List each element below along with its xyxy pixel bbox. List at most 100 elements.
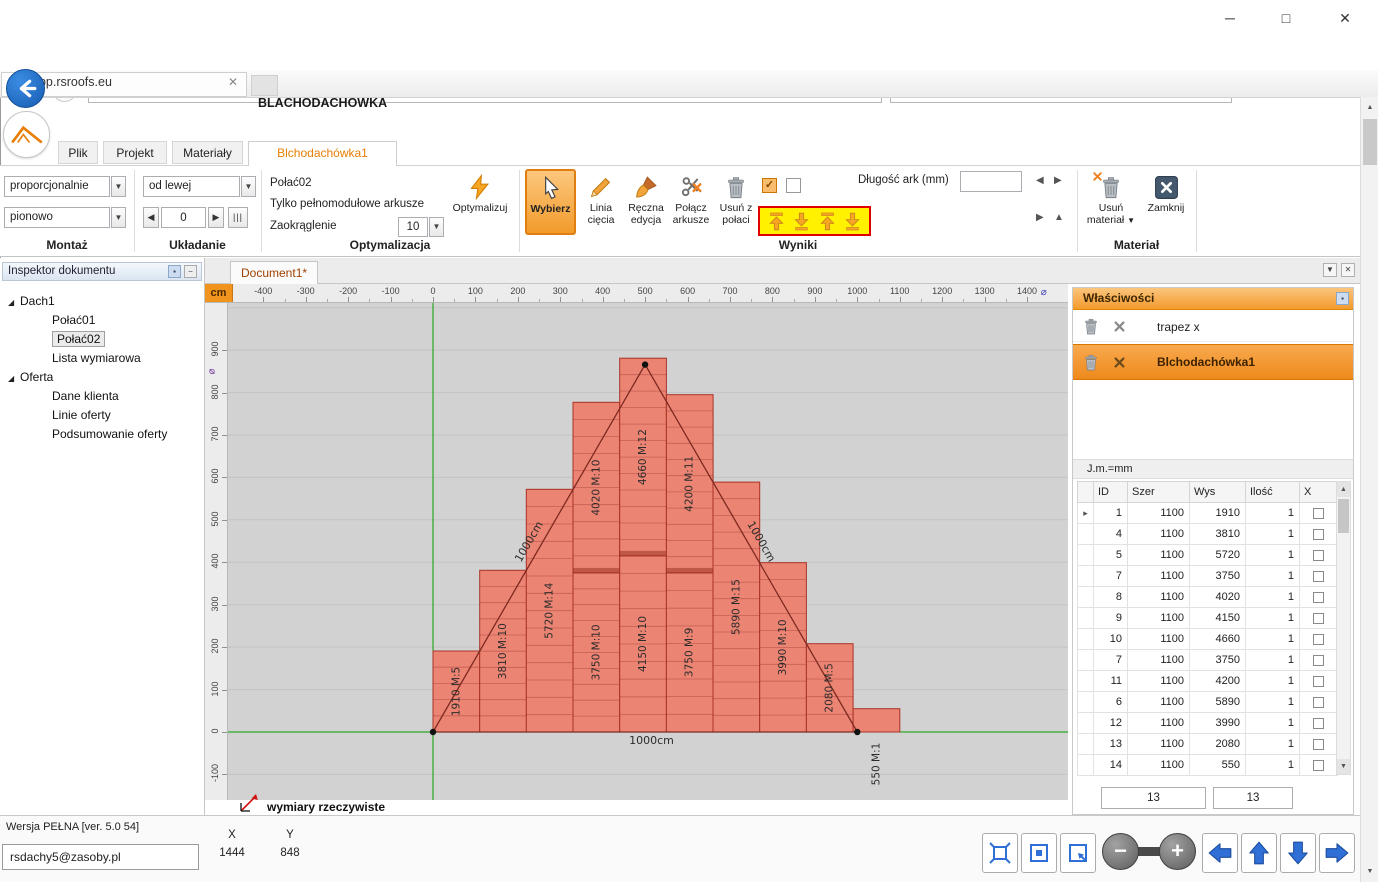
zoom-selection-button[interactable] — [1060, 833, 1096, 873]
row-checkbox[interactable] — [1313, 718, 1324, 729]
pan-right-button[interactable] — [1319, 833, 1355, 873]
pan-left-button[interactable] — [1202, 833, 1238, 873]
remove-x-icon[interactable] — [1109, 353, 1129, 371]
tree-item-oferta[interactable]: ◢Oferta — [0, 368, 204, 387]
row-checkbox[interactable] — [1313, 634, 1324, 645]
tabstrip-close-icon[interactable]: ✕ — [1341, 263, 1355, 277]
close-material-button[interactable]: Zamknij — [1141, 169, 1191, 235]
cut-line-button[interactable]: Linia cięcia — [579, 169, 623, 235]
back-button[interactable] — [6, 69, 45, 108]
arrow-up-bar-icon[interactable] — [818, 212, 837, 231]
scroll-down-icon[interactable]: ▼ — [1361, 863, 1378, 880]
sheet-row[interactable]: 9110041501 — [1078, 608, 1338, 629]
inspector-pin-button[interactable]: ▪ — [168, 265, 181, 278]
distribute-bars-icon[interactable]: ||| — [228, 207, 248, 228]
arrow-down-bar-icon[interactable] — [792, 212, 811, 231]
material-row-trapez[interactable]: trapez x — [1073, 312, 1353, 342]
ribbon-tab-plik[interactable]: Plik — [58, 141, 98, 164]
zoom-out-button[interactable]: − — [1102, 833, 1139, 870]
rounding-dropdown-icon[interactable]: ▼ — [429, 217, 444, 237]
tab-close-icon[interactable]: ✕ — [228, 75, 238, 89]
ribbon-tab-materialy[interactable]: Materiały — [172, 141, 243, 164]
row-checkbox[interactable] — [1313, 676, 1324, 687]
tabstrip-dropdown-icon[interactable]: ▼ — [1323, 263, 1337, 277]
zoom-extents-button[interactable] — [982, 833, 1018, 873]
results-checkbox-unchecked[interactable] — [786, 178, 801, 193]
zoom-window-button[interactable] — [1021, 833, 1057, 873]
document-tab[interactable]: Document1* — [230, 261, 318, 284]
design-canvas[interactable]: 1910 M:53810 M:105720 M:143750 M:104020 … — [228, 303, 1068, 800]
inspector-collapse-button[interactable]: − — [184, 265, 197, 278]
row-checkbox[interactable] — [1313, 508, 1324, 519]
row-checkbox[interactable] — [1313, 529, 1324, 540]
scroll-thumb[interactable] — [1338, 499, 1349, 533]
row-checkbox[interactable] — [1313, 550, 1324, 561]
table-scrollbar[interactable]: ▲ ▼ — [1336, 481, 1351, 775]
sheet-row[interactable]: 11110042001 — [1078, 671, 1338, 692]
tree-item-dane-klienta[interactable]: Dane klienta — [0, 387, 204, 406]
tree-item-połać02[interactable]: Połać02 — [0, 330, 204, 349]
layout-direction-select[interactable]: od lewej — [143, 176, 240, 197]
tree-item-połać01[interactable]: Połać01 — [0, 311, 204, 330]
sheet-row[interactable]: 1411005501 — [1078, 755, 1338, 776]
sheet-row[interactable]: 10110046601 — [1078, 629, 1338, 650]
results-checkbox-checked[interactable]: ✓ — [762, 178, 777, 193]
table-footer-count-right[interactable] — [1213, 787, 1293, 809]
trash-icon[interactable] — [1081, 318, 1101, 336]
remove-from-slope-button[interactable]: Usuń z połaci — [714, 169, 758, 235]
row-checkbox[interactable] — [1313, 760, 1324, 771]
layout-direction-dropdown-icon[interactable]: ▼ — [241, 176, 256, 197]
offset-input[interactable] — [161, 207, 206, 228]
remove-material-button[interactable]: Usuń materiał ▼ — [1083, 169, 1139, 235]
sheet-row[interactable]: 7110037501 — [1078, 566, 1338, 587]
scroll-down-icon[interactable]: ▼ — [1337, 759, 1350, 774]
sheet-row[interactable]: 12110039901 — [1078, 713, 1338, 734]
tree-expanded-icon[interactable]: ◢ — [8, 369, 20, 388]
row-checkbox[interactable] — [1313, 655, 1324, 666]
ribbon-tab-projekt[interactable]: Projekt — [103, 141, 167, 164]
tree-item-dach1[interactable]: ◢Dach1 — [0, 292, 204, 311]
scroll-up-icon[interactable]: ▲ — [1337, 482, 1350, 497]
maximize-button[interactable]: □ — [1264, 4, 1308, 32]
roof-panel-segment[interactable] — [853, 709, 900, 732]
sheet-row[interactable]: 13110020801 — [1078, 734, 1338, 755]
material-row-blachodachowka[interactable]: Blchodachówka1 — [1073, 344, 1353, 380]
close-button[interactable]: ✕ — [1323, 4, 1367, 32]
row-checkbox[interactable] — [1313, 739, 1324, 750]
optimize-button[interactable]: Optymalizuj — [443, 169, 517, 235]
tree-item-linie-oferty[interactable]: Linie oferty — [0, 406, 204, 425]
join-sheets-button[interactable]: Połącz arkusze — [669, 169, 713, 235]
row-checkbox[interactable] — [1313, 571, 1324, 582]
nudge-left-icon[interactable]: ◀ — [1036, 175, 1044, 186]
remove-x-icon[interactable] — [1109, 318, 1129, 336]
zoom-in-button[interactable]: + — [1159, 833, 1196, 870]
scroll-up-icon[interactable]: ▲ — [1361, 99, 1378, 116]
row-checkbox[interactable] — [1313, 613, 1324, 624]
mount-mode-select[interactable]: proporcjonalnie — [4, 176, 110, 197]
ruler-unit-badge[interactable]: cm — [205, 284, 233, 303]
sheet-row[interactable]: 7110037501 — [1078, 650, 1338, 671]
mount-mode-dropdown-icon[interactable]: ▼ — [111, 176, 126, 197]
rounding-input[interactable] — [398, 217, 428, 237]
select-tool-button[interactable]: Wybierz — [525, 169, 576, 235]
mount-orientation-select[interactable]: pionowo — [4, 207, 110, 228]
tree-item-podsumowanie-oferty[interactable]: Podsumowanie oferty — [0, 425, 204, 444]
window-scrollbar[interactable]: ▲ ▼ — [1360, 97, 1378, 882]
row-checkbox[interactable] — [1313, 697, 1324, 708]
mount-orientation-dropdown-icon[interactable]: ▼ — [111, 207, 126, 228]
pan-down-button[interactable] — [1280, 833, 1316, 873]
offset-increase-button[interactable]: ▶ — [208, 207, 224, 228]
arrow-down-bar-icon[interactable] — [843, 212, 862, 231]
ribbon-tab-blachodachowka[interactable]: Blchodachówka1 — [248, 141, 397, 166]
nudge-right-icon[interactable]: ▶ — [1054, 175, 1062, 186]
tree-expanded-icon[interactable]: ◢ — [8, 293, 20, 312]
full-modules-option-label[interactable]: Tylko pełnomodułowe arkusze — [270, 198, 424, 210]
properties-collapse-button[interactable]: ▪ — [1336, 292, 1349, 305]
sheet-row[interactable]: 8110040201 — [1078, 587, 1338, 608]
sheet-length-input[interactable] — [960, 171, 1022, 192]
sheet-row[interactable]: 4110038101 — [1078, 524, 1338, 545]
row-checkbox[interactable] — [1313, 592, 1324, 603]
arrow-up-bar-icon[interactable] — [767, 212, 786, 231]
sheet-row[interactable]: 6110058901 — [1078, 692, 1338, 713]
nudge-up-icon[interactable]: ▲ — [1054, 212, 1064, 223]
